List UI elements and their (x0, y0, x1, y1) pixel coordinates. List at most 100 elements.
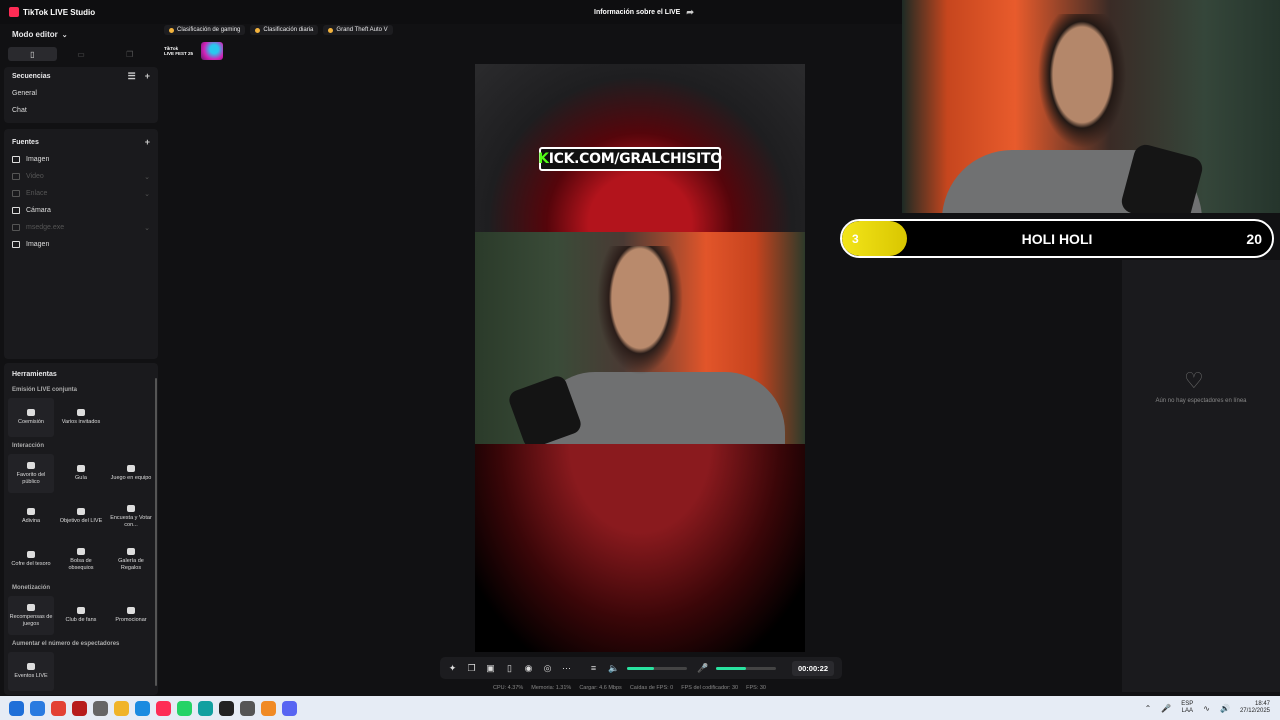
settings-icon[interactable] (93, 700, 108, 716)
chrome-icon[interactable] (51, 700, 66, 716)
source-item[interactable]: msedge.exe ⌄ (4, 219, 158, 236)
speaker-volume-slider[interactable] (627, 666, 687, 670)
tool-label: Favorito del público (16, 471, 46, 485)
edge-icon[interactable] (135, 700, 150, 716)
left-panel: Modo editor ⌄ ▯ ▭ ❐ Secuencias ☰ + Gener… (4, 24, 158, 695)
editor-mode-dropdown[interactable]: Modo editor ⌄ (4, 24, 158, 45)
sequence-item[interactable]: Chat (4, 102, 158, 119)
tool-label: Galería de Regalos (118, 557, 144, 571)
tool-button[interactable]: Favorito del público (8, 454, 54, 493)
record-icon[interactable]: ◉ (524, 663, 533, 674)
language-indicator[interactable]: ESP LAA (1181, 701, 1193, 715)
tool-button[interactable]: Bolsa de obsequios (58, 540, 104, 579)
network-icon[interactable]: ∿ (1203, 704, 1210, 713)
tool-button[interactable]: Varios invitados (58, 398, 104, 437)
tool-button[interactable]: Cofre del tesoro (8, 540, 54, 579)
edge-beta-icon[interactable] (198, 700, 213, 716)
goal-target: 20 (1246, 231, 1262, 247)
obs-icon[interactable] (219, 700, 234, 716)
tool-button[interactable]: Galería de Regalos (108, 540, 154, 579)
tool-icon (77, 508, 85, 515)
tool-row: Coemisión Varios invitados (4, 396, 158, 439)
vlc-icon[interactable] (261, 700, 276, 716)
discord-icon[interactable] (282, 700, 297, 716)
stream-preview[interactable]: K ICK.COM/GRALCHISITO (475, 64, 805, 652)
mic-volume-slider[interactable] (716, 666, 776, 670)
add-source-icon[interactable]: + (145, 137, 150, 147)
chevron-up-icon[interactable]: ⌃ (1145, 704, 1152, 713)
live-fest-badge[interactable]: TikTok LIVE FEST 25 (164, 42, 234, 60)
tool-label: Adivina (21, 518, 41, 524)
microphone-icon[interactable]: 🎤 (697, 663, 708, 674)
source-item[interactable]: Video ⌄ (4, 168, 158, 185)
whatsapp-icon[interactable] (177, 700, 192, 716)
copilot-icon[interactable] (30, 700, 45, 716)
app-icon[interactable] (240, 700, 255, 716)
live-info-button[interactable]: Información sobre el LIVE ➦ (594, 7, 694, 18)
microphone-tray-icon[interactable]: 🎤 (1161, 704, 1171, 713)
chevron-down-icon[interactable]: ⌄ (144, 173, 150, 181)
stat-item: CPU: 4.37% (493, 685, 524, 691)
tool-button[interactable]: Club de fans (58, 596, 104, 635)
tool-button[interactable]: Adivina (8, 497, 54, 536)
tool-button[interactable]: Recompensas de juegos (8, 596, 54, 635)
landscape-layout-icon[interactable]: ▭ (57, 47, 106, 61)
live-fest-art-icon (201, 42, 224, 60)
volume-icon[interactable]: 🔊 (1220, 704, 1230, 713)
clock-time: 18:47 (1254, 701, 1270, 707)
sequence-item[interactable]: General (4, 85, 158, 102)
chip-game-category[interactable]: Grand Theft Auto V (323, 25, 393, 35)
clock-date: 27/12/2025 (1239, 708, 1270, 714)
source-label: Imagen (26, 241, 50, 248)
kick-text: ICK.COM/GRALCHISITO (548, 151, 722, 167)
windows-start-icon[interactable] (9, 700, 24, 716)
tool-label: Encuesta y Votar con... (110, 514, 152, 528)
source-item[interactable]: Cámara (4, 202, 158, 219)
tool-button[interactable]: Encuesta y Votar con... (108, 497, 154, 536)
record-icon[interactable] (72, 700, 87, 716)
tool-icon (127, 607, 135, 614)
chevron-down-icon[interactable]: ⌄ (144, 190, 150, 198)
tool-button[interactable]: Guía (58, 454, 104, 493)
screen-icon[interactable]: ▣ (486, 663, 495, 674)
tools-scrollbar[interactable] (155, 378, 157, 686)
phone-icon[interactable]: ▯ (505, 663, 514, 674)
lang-line2: LAA (1181, 708, 1193, 714)
tool-button[interactable]: Eventos LIVE (8, 652, 54, 691)
tool-icon (27, 461, 35, 469)
add-scene-icon[interactable]: ❐ (467, 663, 476, 674)
portrait-layout-icon[interactable]: ▯ (8, 47, 57, 61)
tiktok-studio-icon[interactable] (156, 700, 171, 716)
file-explorer-icon[interactable] (114, 700, 129, 716)
more-icon[interactable]: ⋯ (562, 663, 571, 674)
tool-button[interactable]: Objetivo del LIVE (58, 497, 104, 536)
sources-panel: Fuentes + Imagen Video ⌄ Enlace ⌄ Cámara msedg… (4, 129, 158, 359)
source-label: Imagen (26, 156, 50, 163)
replay-icon[interactable]: ◎ (543, 663, 552, 674)
mixer-icon[interactable]: ≡ (589, 663, 598, 673)
chip-daily-ranking[interactable]: Clasificación diaria (250, 25, 319, 35)
tool-button[interactable]: Coemisión (8, 398, 54, 437)
tool-label: Objetivo del LIVE (59, 518, 103, 524)
stat-item: FPS: 30 (746, 685, 766, 691)
tools-panel: Herramientas Emisión LIVE conjunta Coemis… (4, 363, 158, 695)
add-sequence-icon[interactable]: + (145, 71, 150, 82)
list-icon[interactable]: ☰ (128, 71, 136, 82)
clock[interactable]: 18:47 27/12/2025 (1240, 701, 1270, 715)
sequence-label: General (12, 90, 37, 97)
chevron-down-icon: ⌄ (61, 31, 68, 39)
window-icon (12, 224, 20, 231)
chip-gaming-ranking[interactable]: Clasificación de gaming (164, 25, 246, 35)
tool-button[interactable]: Promocionar (108, 596, 154, 635)
image-icon (12, 156, 20, 163)
source-item[interactable]: Imagen (4, 236, 158, 253)
tool-button[interactable]: Juego en equipo (108, 454, 154, 493)
speaker-icon[interactable]: 🔈 (608, 663, 619, 674)
magic-wand-icon[interactable]: ✦ (448, 663, 457, 674)
tool-icon (127, 547, 135, 555)
share-icon[interactable]: ➦ (686, 7, 694, 18)
chevron-down-icon[interactable]: ⌄ (144, 224, 150, 232)
source-item[interactable]: Enlace ⌄ (4, 185, 158, 202)
source-item[interactable]: Imagen (4, 151, 158, 168)
dual-layout-icon[interactable]: ❐ (105, 47, 154, 61)
